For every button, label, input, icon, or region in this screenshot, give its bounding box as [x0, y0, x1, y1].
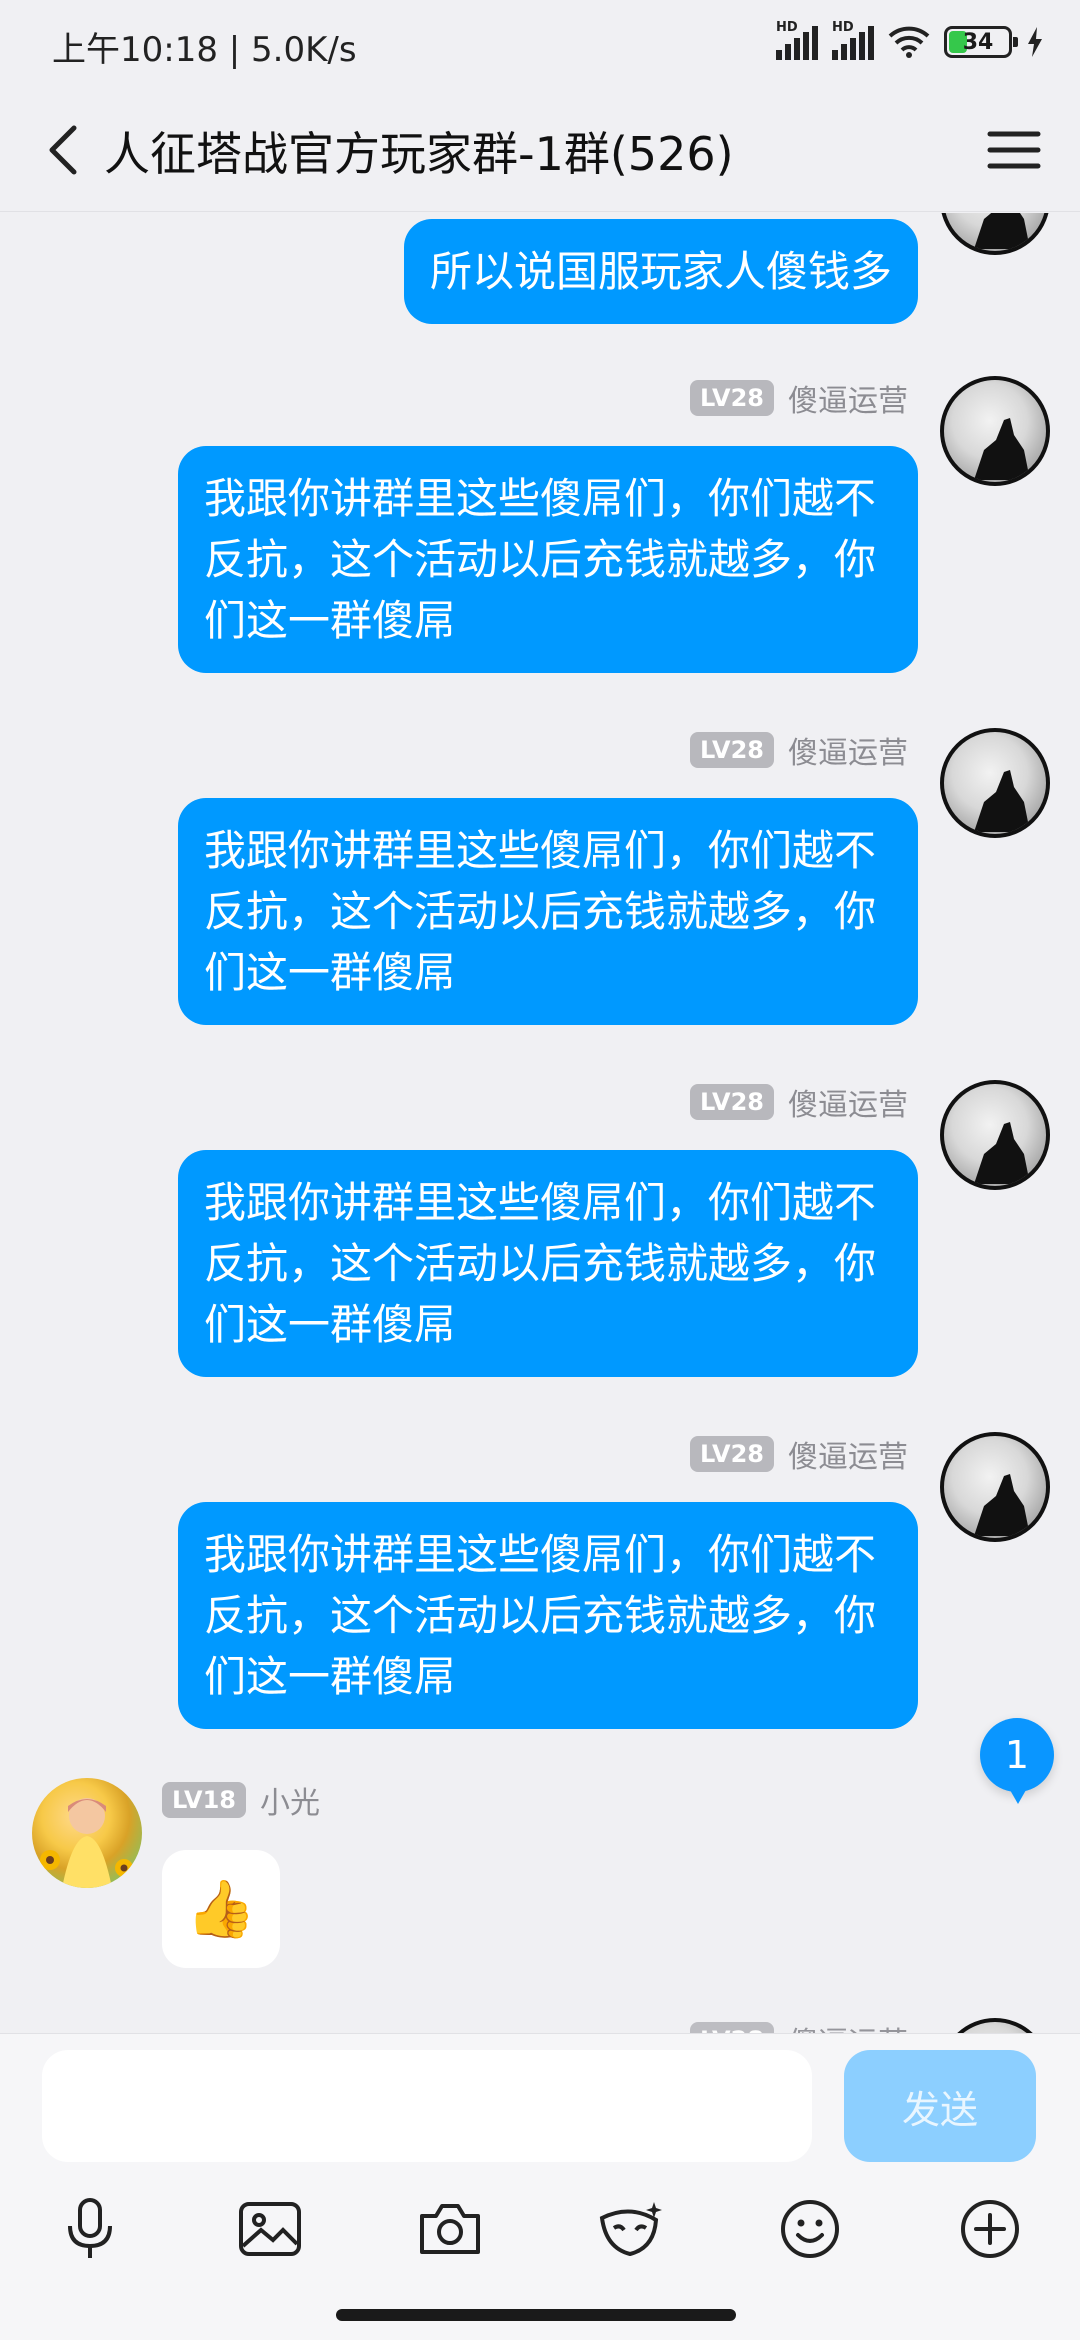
battery-icon: 34 — [944, 26, 1018, 58]
toolbar — [0, 2184, 1080, 2284]
avatar[interactable] — [940, 213, 1050, 255]
voice-button[interactable] — [45, 2184, 135, 2274]
home-indicator[interactable] — [336, 2309, 736, 2321]
sticker-button[interactable] — [585, 2184, 675, 2274]
sender-info: LV28 傻逼运营 — [690, 728, 908, 772]
message-bubble[interactable]: 所以说国服玩家人傻钱多 — [403, 219, 918, 324]
avatar[interactable] — [940, 1432, 1050, 1542]
avatar[interactable] — [940, 2018, 1050, 2033]
level-badge: LV18 — [162, 1782, 246, 1818]
chat-messages[interactable]: 所以说国服玩家人傻钱多 LV28 傻逼运营 我跟你讲群里这些傻屌们，你们越不反抗… — [0, 213, 1080, 2033]
mask-icon — [599, 2202, 662, 2257]
message-bubble[interactable]: 我跟你讲群里这些傻屌们，你们越不反抗，这个活动以后充钱就越多，你们这一群傻屌 — [178, 446, 918, 673]
message-bubble[interactable]: 我跟你讲群里这些傻屌们，你们越不反抗，这个活动以后充钱就越多，你们这一群傻屌 — [178, 798, 918, 1025]
level-badge: LV28 — [690, 1084, 774, 1120]
avatar[interactable] — [32, 1778, 142, 1888]
camera-icon — [420, 2204, 480, 2254]
sender-name: 小光 — [259, 1786, 320, 1821]
level-badge: LV28 — [690, 2022, 774, 2033]
signal-icon: HD — [776, 20, 818, 60]
camera-button[interactable] — [405, 2184, 495, 2274]
level-badge: LV28 — [690, 1436, 774, 1472]
signal-icon-2: HD — [832, 20, 874, 60]
plus-circle-icon — [961, 2200, 1019, 2258]
microphone-icon — [68, 2198, 112, 2258]
avatar[interactable] — [940, 1080, 1050, 1190]
thumbs-up-emoji: 👍 — [186, 1877, 256, 1942]
image-button[interactable] — [225, 2184, 315, 2274]
status-time: 上午10:18 | 5.0K/s — [52, 30, 357, 70]
sender-info: LV28 傻逼运营 — [690, 1432, 908, 1476]
level-badge: LV28 — [690, 380, 774, 416]
group-title: 人征塔战官方玩家群-1群(526) — [104, 127, 734, 181]
smiley-icon — [781, 2200, 839, 2258]
emoji-button[interactable] — [765, 2184, 855, 2274]
sender-info: LV28 傻逼运营 — [690, 2018, 908, 2033]
hd-label-2: HD — [832, 20, 854, 35]
charging-icon — [1028, 27, 1042, 57]
status-bar: 上午10:18 | 5.0K/s HD HD 34 — [0, 0, 1080, 90]
back-arrow-icon[interactable] — [36, 120, 96, 180]
status-icons: HD HD 34 — [776, 20, 1044, 60]
hd-label: HD — [776, 20, 798, 35]
sender-name: 傻逼运营 — [788, 1088, 908, 1123]
battery-level: 34 — [962, 29, 994, 55]
sender-info: LV28 傻逼运营 — [690, 376, 908, 420]
more-button[interactable] — [945, 2184, 1035, 2274]
send-button[interactable]: 发送 — [844, 2050, 1036, 2162]
wifi-icon — [888, 26, 930, 58]
message-bubble[interactable]: 我跟你讲群里这些傻屌们，你们越不反抗，这个活动以后充钱就越多，你们这一群傻屌 — [178, 1502, 918, 1729]
sender-name: 傻逼运营 — [788, 1440, 908, 1475]
sender-name: 傻逼运营 — [788, 736, 908, 771]
sender-name: 傻逼运营 — [788, 2018, 908, 2033]
sender-info: LV18 小光 — [162, 1778, 320, 1822]
message-input[interactable] — [42, 2050, 812, 2162]
avatar[interactable] — [940, 376, 1050, 486]
message-bubble[interactable]: 我跟你讲群里这些傻屌们，你们越不反抗，这个活动以后充钱就越多，你们这一群傻屌 — [178, 1150, 918, 1377]
menu-icon[interactable] — [984, 120, 1044, 180]
sender-name: 傻逼运营 — [788, 384, 908, 419]
input-bar: 发送 — [0, 2033, 1080, 2340]
image-icon — [239, 2202, 301, 2256]
message-bubble-incoming[interactable]: 👍 — [162, 1850, 280, 1968]
sender-info: LV28 傻逼运营 — [690, 1080, 908, 1124]
chat-header: 人征塔战官方玩家群-1群(526) — [0, 90, 1080, 212]
unread-badge[interactable]: 1 — [980, 1718, 1054, 1804]
level-badge: LV28 — [690, 732, 774, 768]
avatar[interactable] — [940, 728, 1050, 838]
